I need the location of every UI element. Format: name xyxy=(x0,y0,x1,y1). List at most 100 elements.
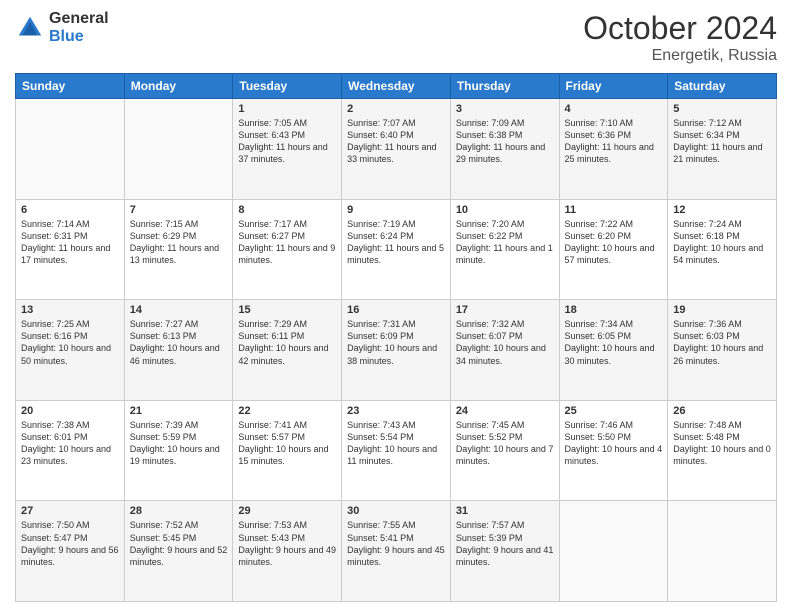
day-content: Sunrise: 7:19 AM Sunset: 6:24 PM Dayligh… xyxy=(347,218,445,267)
week-row-3: 13 Sunrise: 7:25 AM Sunset: 6:16 PM Dayli… xyxy=(16,300,777,401)
day-number: 7 xyxy=(130,204,228,216)
calendar-cell: 21Sunrise: 7:39 AM Sunset: 5:59 PM Dayli… xyxy=(124,400,233,501)
calendar-cell xyxy=(668,501,777,602)
day-number: 23 xyxy=(347,405,445,417)
day-content: Sunrise: 7:07 AM Sunset: 6:40 PM Dayligh… xyxy=(347,117,445,166)
week-row-2: 6Sunrise: 7:14 AM Sunset: 6:31 PM Daylig… xyxy=(16,199,777,300)
day-content: Sunrise: 7:31 AM Sunset: 6:09 PM Dayligh… xyxy=(347,318,445,367)
logo-general: General xyxy=(49,10,109,28)
day-number: 26 xyxy=(673,405,771,417)
day-number: 14 xyxy=(130,304,228,316)
day-number: 27 xyxy=(21,505,119,517)
day-content: Sunrise: 7:57 AM Sunset: 5:39 PM Dayligh… xyxy=(456,519,554,568)
calendar-cell: 4 Sunrise: 7:10 AM Sunset: 6:36 PM Daylig… xyxy=(559,99,668,200)
day-content: Sunrise: 7:15 AM Sunset: 6:29 PM Dayligh… xyxy=(130,218,228,267)
calendar-cell: 28 Sunrise: 7:52 AM Sunset: 5:45 PM Dayli… xyxy=(124,501,233,602)
weekday-header-sunday: Sunday xyxy=(16,74,125,99)
calendar-cell xyxy=(124,99,233,200)
day-number: 1 xyxy=(238,103,336,115)
calendar-cell: 26 Sunrise: 7:48 AM Sunset: 5:48 PM Dayli… xyxy=(668,400,777,501)
day-content: Sunrise: 7:36 AM Sunset: 6:03 PM Dayligh… xyxy=(673,318,771,367)
location-title: Energetik, Russia xyxy=(583,47,777,65)
day-content: Sunrise: 7:05 AM Sunset: 6:43 PM Dayligh… xyxy=(238,117,336,166)
day-number: 12 xyxy=(673,204,771,216)
logo-text: General Blue xyxy=(49,10,109,45)
day-number: 2 xyxy=(347,103,445,115)
day-number: 3 xyxy=(456,103,554,115)
month-title: October 2024 xyxy=(583,10,777,47)
calendar-table: SundayMondayTuesdayWednesdayThursdayFrid… xyxy=(15,73,777,602)
calendar-cell: 30Sunrise: 7:55 AM Sunset: 5:41 PM Dayli… xyxy=(342,501,451,602)
day-content: Sunrise: 7:20 AM Sunset: 6:22 PM Dayligh… xyxy=(456,218,554,267)
day-content: Sunrise: 7:09 AM Sunset: 6:38 PM Dayligh… xyxy=(456,117,554,166)
day-content: Sunrise: 7:48 AM Sunset: 5:48 PM Dayligh… xyxy=(673,419,771,468)
week-row-1: 1 Sunrise: 7:05 AM Sunset: 6:43 PM Daylig… xyxy=(16,99,777,200)
day-content: Sunrise: 7:32 AM Sunset: 6:07 PM Dayligh… xyxy=(456,318,554,367)
day-number: 28 xyxy=(130,505,228,517)
day-number: 18 xyxy=(565,304,663,316)
calendar-cell: 29Sunrise: 7:53 AM Sunset: 5:43 PM Dayli… xyxy=(233,501,342,602)
day-number: 5 xyxy=(673,103,771,115)
calendar-cell: 15Sunrise: 7:29 AM Sunset: 6:11 PM Dayli… xyxy=(233,300,342,401)
calendar-cell: 23Sunrise: 7:43 AM Sunset: 5:54 PM Dayli… xyxy=(342,400,451,501)
calendar-cell: 3 Sunrise: 7:09 AM Sunset: 6:38 PM Daylig… xyxy=(450,99,559,200)
calendar-cell: 20 Sunrise: 7:38 AM Sunset: 6:01 PM Dayli… xyxy=(16,400,125,501)
day-content: Sunrise: 7:17 AM Sunset: 6:27 PM Dayligh… xyxy=(238,218,336,267)
day-number: 25 xyxy=(565,405,663,417)
weekday-header-wednesday: Wednesday xyxy=(342,74,451,99)
calendar-cell: 17Sunrise: 7:32 AM Sunset: 6:07 PM Dayli… xyxy=(450,300,559,401)
calendar-cell: 25 Sunrise: 7:46 AM Sunset: 5:50 PM Dayli… xyxy=(559,400,668,501)
week-row-4: 20 Sunrise: 7:38 AM Sunset: 6:01 PM Dayli… xyxy=(16,400,777,501)
day-number: 13 xyxy=(21,304,119,316)
day-number: 11 xyxy=(565,204,663,216)
title-block: October 2024 Energetik, Russia xyxy=(583,10,777,65)
day-content: Sunrise: 7:10 AM Sunset: 6:36 PM Dayligh… xyxy=(565,117,663,166)
day-content: Sunrise: 7:41 AM Sunset: 5:57 PM Dayligh… xyxy=(238,419,336,468)
day-number: 24 xyxy=(456,405,554,417)
calendar-cell: 6Sunrise: 7:14 AM Sunset: 6:31 PM Daylig… xyxy=(16,199,125,300)
calendar-cell: 22 Sunrise: 7:41 AM Sunset: 5:57 PM Dayli… xyxy=(233,400,342,501)
calendar-cell xyxy=(16,99,125,200)
calendar-cell: 8 Sunrise: 7:17 AM Sunset: 6:27 PM Daylig… xyxy=(233,199,342,300)
calendar-cell: 18 Sunrise: 7:34 AM Sunset: 6:05 PM Dayli… xyxy=(559,300,668,401)
weekday-header-friday: Friday xyxy=(559,74,668,99)
day-number: 20 xyxy=(21,405,119,417)
day-content: Sunrise: 7:24 AM Sunset: 6:18 PM Dayligh… xyxy=(673,218,771,267)
day-content: Sunrise: 7:53 AM Sunset: 5:43 PM Dayligh… xyxy=(238,519,336,568)
calendar-cell: 1 Sunrise: 7:05 AM Sunset: 6:43 PM Daylig… xyxy=(233,99,342,200)
calendar-cell: 13 Sunrise: 7:25 AM Sunset: 6:16 PM Dayli… xyxy=(16,300,125,401)
day-number: 9 xyxy=(347,204,445,216)
day-content: Sunrise: 7:27 AM Sunset: 6:13 PM Dayligh… xyxy=(130,318,228,367)
calendar-page: General Blue October 2024 Energetik, Rus… xyxy=(0,0,792,612)
calendar-cell: 5Sunrise: 7:12 AM Sunset: 6:34 PM Daylig… xyxy=(668,99,777,200)
logo: General Blue xyxy=(15,10,109,45)
calendar-cell: 2 Sunrise: 7:07 AM Sunset: 6:40 PM Daylig… xyxy=(342,99,451,200)
calendar-cell: 9 Sunrise: 7:19 AM Sunset: 6:24 PM Daylig… xyxy=(342,199,451,300)
day-number: 10 xyxy=(456,204,554,216)
day-content: Sunrise: 7:22 AM Sunset: 6:20 PM Dayligh… xyxy=(565,218,663,267)
day-content: Sunrise: 7:46 AM Sunset: 5:50 PM Dayligh… xyxy=(565,419,663,468)
weekday-header-saturday: Saturday xyxy=(668,74,777,99)
calendar-cell xyxy=(559,501,668,602)
day-content: Sunrise: 7:29 AM Sunset: 6:11 PM Dayligh… xyxy=(238,318,336,367)
calendar-cell: 27 Sunrise: 7:50 AM Sunset: 5:47 PM Dayli… xyxy=(16,501,125,602)
day-number: 4 xyxy=(565,103,663,115)
day-content: Sunrise: 7:50 AM Sunset: 5:47 PM Dayligh… xyxy=(21,519,119,568)
day-number: 19 xyxy=(673,304,771,316)
day-number: 22 xyxy=(238,405,336,417)
calendar-cell: 16 Sunrise: 7:31 AM Sunset: 6:09 PM Dayli… xyxy=(342,300,451,401)
weekday-header-row: SundayMondayTuesdayWednesdayThursdayFrid… xyxy=(16,74,777,99)
weekday-header-thursday: Thursday xyxy=(450,74,559,99)
header: General Blue October 2024 Energetik, Rus… xyxy=(15,10,777,65)
day-content: Sunrise: 7:38 AM Sunset: 6:01 PM Dayligh… xyxy=(21,419,119,468)
day-number: 16 xyxy=(347,304,445,316)
calendar-cell: 14 Sunrise: 7:27 AM Sunset: 6:13 PM Dayli… xyxy=(124,300,233,401)
day-number: 30 xyxy=(347,505,445,517)
day-content: Sunrise: 7:25 AM Sunset: 6:16 PM Dayligh… xyxy=(21,318,119,367)
calendar-cell: 24Sunrise: 7:45 AM Sunset: 5:52 PM Dayli… xyxy=(450,400,559,501)
day-content: Sunrise: 7:52 AM Sunset: 5:45 PM Dayligh… xyxy=(130,519,228,568)
calendar-cell: 19 Sunrise: 7:36 AM Sunset: 6:03 PM Dayli… xyxy=(668,300,777,401)
day-content: Sunrise: 7:34 AM Sunset: 6:05 PM Dayligh… xyxy=(565,318,663,367)
day-number: 8 xyxy=(238,204,336,216)
calendar-cell: 11 Sunrise: 7:22 AM Sunset: 6:20 PM Dayli… xyxy=(559,199,668,300)
